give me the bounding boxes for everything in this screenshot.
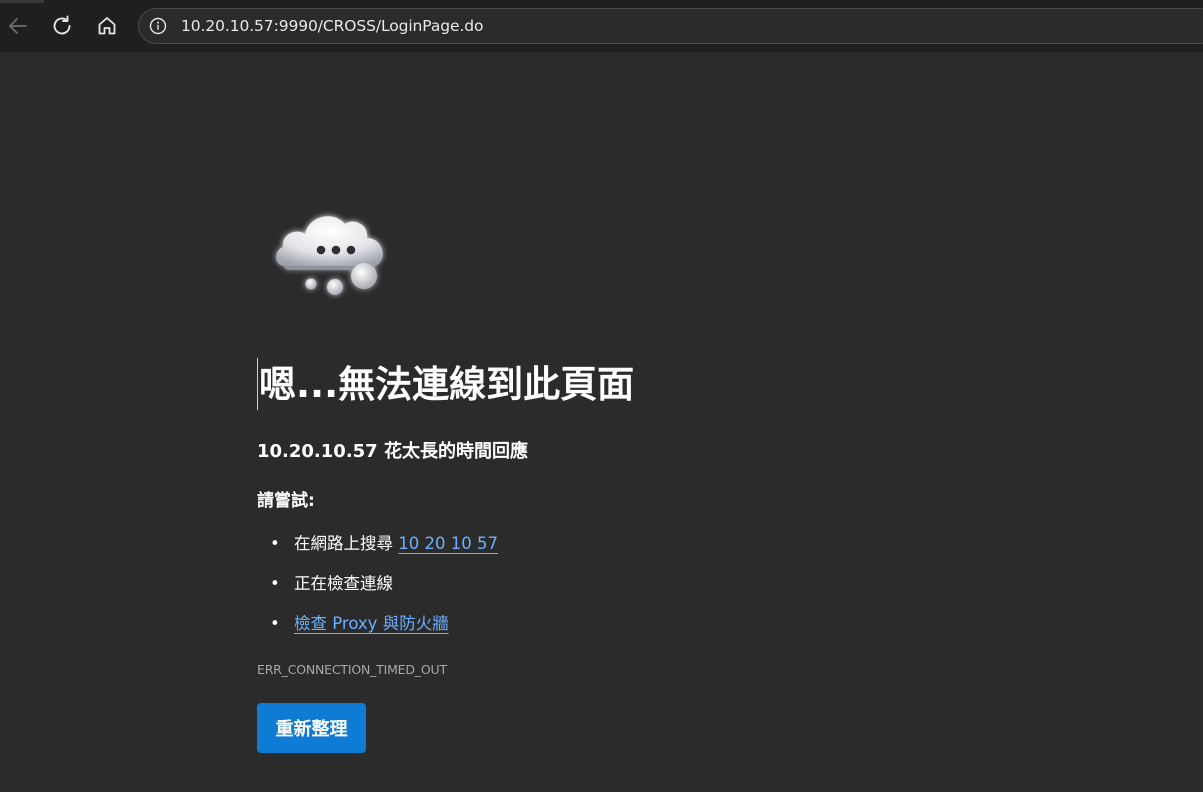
bullet: • — [270, 574, 280, 593]
back-arrow-icon — [9, 18, 27, 34]
reload-button[interactable] — [46, 10, 78, 42]
error-code: ERR_CONNECTION_TIMED_OUT — [257, 662, 447, 677]
text-cursor — [257, 358, 258, 410]
home-button[interactable] — [91, 10, 123, 42]
home-icon — [98, 17, 116, 35]
page-title: 嗯...無法連線到此頁面 — [259, 363, 635, 406]
browser-toolbar: 10.20.10.57:9990/CROSS/LoginPage.do — [0, 0, 1203, 52]
proxy-firewall-link[interactable]: 檢查 Proxy 與防火牆 — [294, 614, 449, 633]
address-bar[interactable]: 10.20.10.57:9990/CROSS/LoginPage.do — [138, 8, 1203, 44]
url-text[interactable]: 10.20.10.57:9990/CROSS/LoginPage.do — [181, 17, 483, 35]
bullet: • — [270, 614, 280, 633]
suggestion-text: 檢查 Proxy 與防火牆 — [294, 612, 449, 636]
check-connection-text: 正在檢查連線 — [294, 574, 393, 593]
search-prefix: 在網路上搜尋 — [294, 534, 399, 553]
back-button[interactable] — [2, 10, 34, 42]
tab-strip-edge — [0, 0, 44, 3]
suggestion-text: 在網路上搜尋 10 20 10 57 — [294, 532, 498, 556]
reload-icon — [53, 15, 71, 35]
refresh-button[interactable]: 重新整理 — [257, 703, 366, 753]
bullet: • — [270, 534, 280, 553]
try-label: 請嘗試: — [257, 491, 315, 511]
cloud-thought-icon — [276, 216, 383, 295]
info-icon[interactable] — [149, 17, 167, 35]
search-link[interactable]: 10 20 10 57 — [398, 534, 498, 553]
error-subtitle: 10.20.10.57 花太長的時間回應 — [257, 441, 528, 462]
